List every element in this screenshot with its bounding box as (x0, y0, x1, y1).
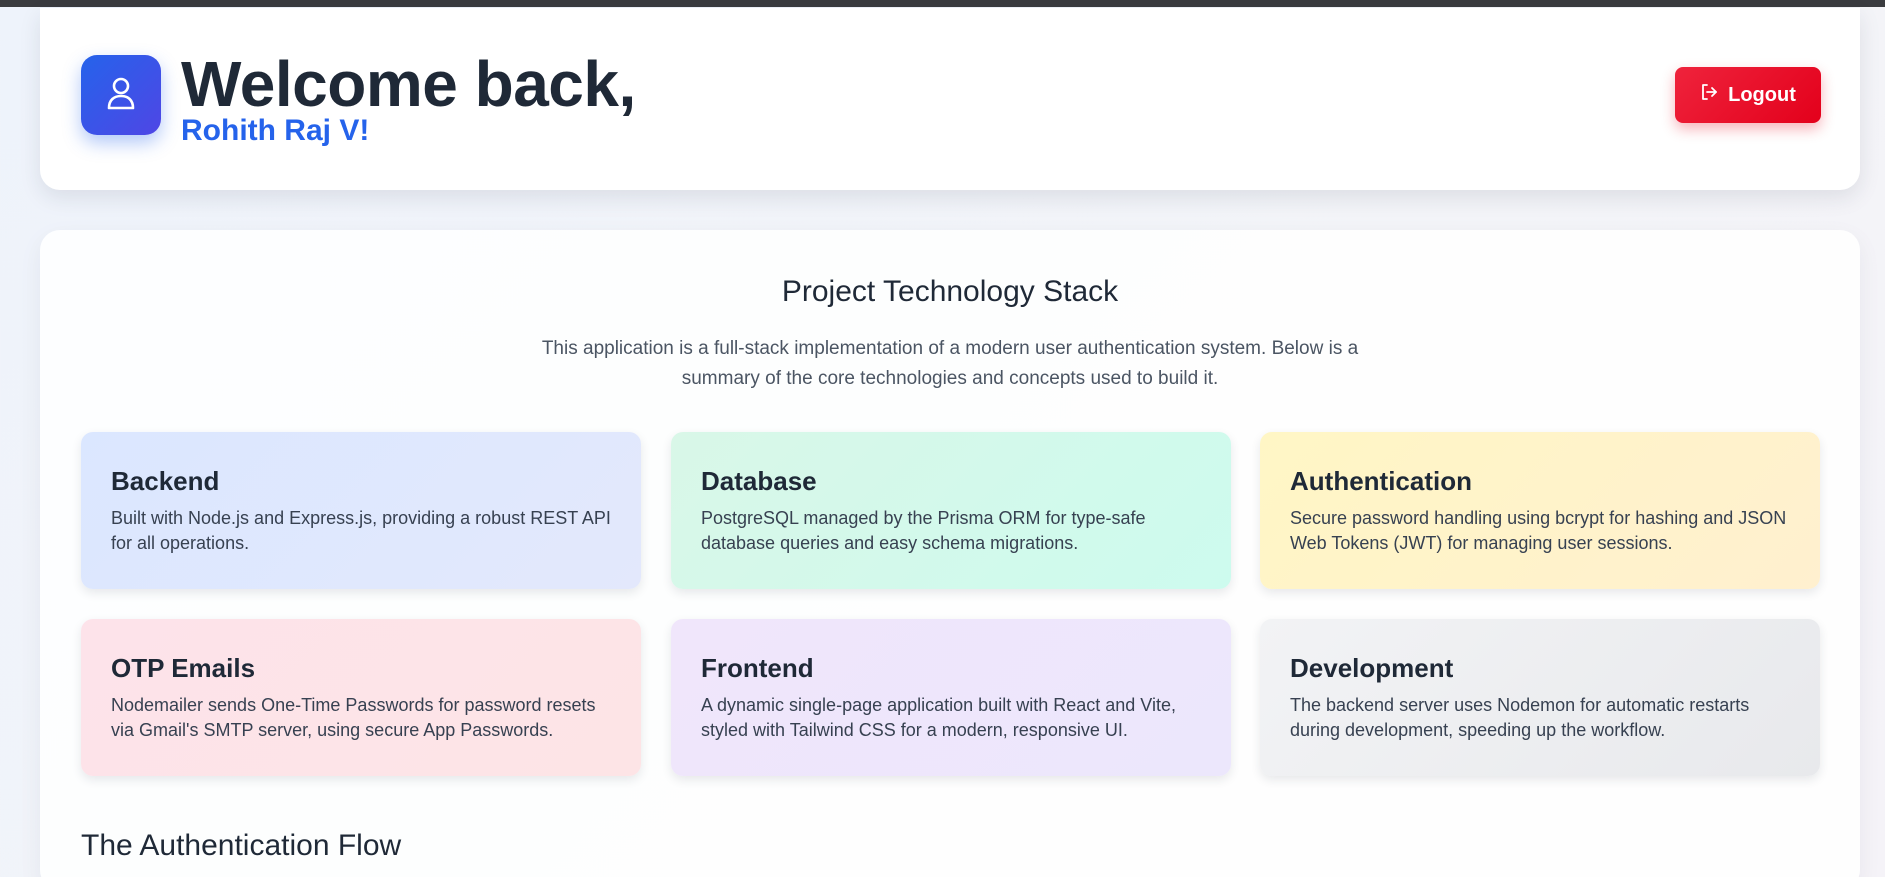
card-description: PostgreSQL managed by the Prisma ORM for… (701, 508, 1146, 553)
card-frontend: Frontend A dynamic single-page applicati… (671, 619, 1231, 776)
card-backend: Backend Built with Node.js and Express.j… (81, 432, 641, 589)
user-name: Rohith Raj V! (181, 114, 370, 147)
user-icon (106, 76, 136, 115)
card-otp-emails: OTP Emails Nodemailer sends One-Time Pas… (81, 619, 641, 776)
logout-label: Logout (1728, 83, 1796, 106)
card-title: Development (1290, 653, 1454, 683)
card-title: Authentication (1290, 466, 1472, 496)
card-description: Built with Node.js and Express.js, provi… (111, 508, 611, 553)
header-card: Welcome back, Rohith Raj V! Logout (40, 8, 1860, 190)
card-development: Development The backend server uses Node… (1260, 619, 1820, 776)
card-description: The backend server uses Nodemon for auto… (1290, 695, 1750, 740)
card-title: Database (701, 466, 817, 496)
section-description: This application is a full-stack impleme… (541, 338, 1359, 389)
card-title: Frontend (701, 653, 814, 683)
welcome-heading: Welcome back, (181, 48, 636, 120)
tech-stack-card: Project Technology Stack This applicatio… (40, 230, 1860, 877)
card-description: Secure password handling using bcrypt fo… (1290, 508, 1787, 553)
section-title: Project Technology Stack (781, 275, 1119, 308)
card-title: OTP Emails (111, 653, 256, 683)
avatar (81, 55, 161, 135)
auth-flow-heading: The Authentication Flow (81, 829, 402, 862)
card-authentication: Authentication Secure password handling … (1260, 432, 1820, 589)
card-database: Database PostgreSQL managed by the Prism… (671, 432, 1231, 589)
card-description: A dynamic single-page application built … (701, 695, 1176, 740)
logout-icon (1700, 83, 1718, 107)
card-title: Backend (111, 466, 220, 496)
card-description: Nodemailer sends One-Time Passwords for … (111, 695, 596, 740)
logout-button[interactable]: Logout (1675, 67, 1821, 123)
browser-top-bar (0, 0, 1885, 7)
